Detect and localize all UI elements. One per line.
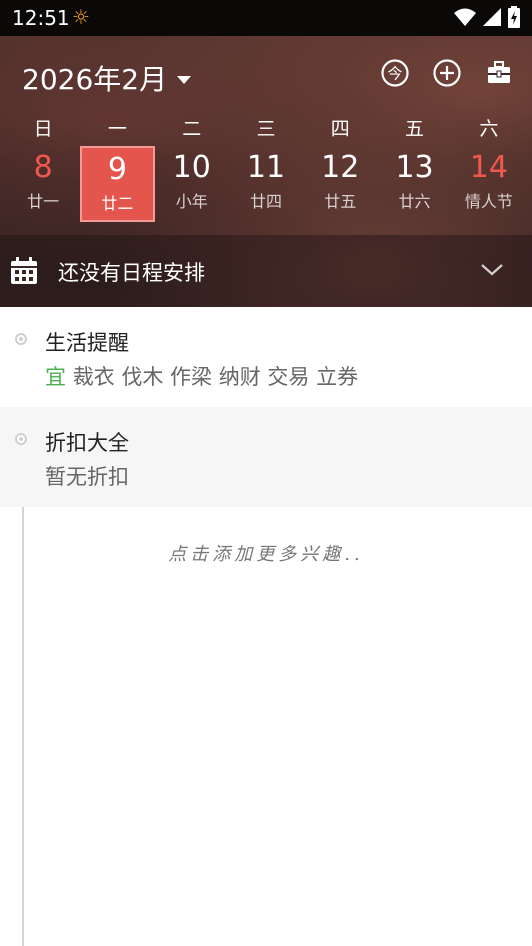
weekday-label: 四 xyxy=(330,118,350,140)
card-title: 折扣大全 xyxy=(45,431,129,455)
weekday-label: 六 xyxy=(479,118,499,140)
status-icons xyxy=(454,6,520,28)
date-number: 9 xyxy=(107,152,127,187)
weekday-label: 日 xyxy=(33,118,53,140)
signal-icon xyxy=(483,8,501,26)
date-number: 12 xyxy=(321,150,360,185)
date-cell[interactable]: 12 廿五 xyxy=(303,146,377,222)
date-cell[interactable]: 10 小年 xyxy=(155,146,229,222)
date-cell-selected[interactable]: 9 廿二 xyxy=(80,146,155,222)
lunar-date: 廿二 xyxy=(101,194,134,213)
date-cell[interactable]: 14 情人节 xyxy=(452,146,526,222)
timeline-dot xyxy=(15,433,27,445)
date-number: 13 xyxy=(395,150,434,185)
weekday-row: 日 一 二 三 四 五 六 xyxy=(6,114,526,141)
discounts-card[interactable]: 折扣大全 暂无折扣 xyxy=(0,407,532,507)
calendar-icon xyxy=(11,257,37,284)
weather-sun-icon: ☼ xyxy=(72,5,90,29)
status-bar: 12:51 ☼ xyxy=(0,0,532,36)
lunar-date: 情人节 xyxy=(464,192,513,211)
yi-items: 裁衣 伐木 作梁 纳财 交易 立券 xyxy=(72,365,359,389)
card-subtitle: 暂无折扣 xyxy=(45,465,129,489)
life-tips-card[interactable]: 生活提醒 宜 裁衣 伐木 作梁 纳财 交易 立券 xyxy=(0,307,532,407)
date-row: 8 廿一 9 廿二 10 小年 11 廿四 12 廿五 13 廿六 14 情人节 xyxy=(6,146,526,222)
card-title: 生活提醒 xyxy=(45,331,129,355)
date-cell[interactable]: 8 廿一 xyxy=(6,146,80,222)
add-icon[interactable] xyxy=(432,58,462,88)
battery-icon xyxy=(508,6,520,28)
date-cell[interactable]: 13 廿六 xyxy=(377,146,451,222)
today-icon[interactable]: 今 xyxy=(380,58,410,88)
timeline-dot xyxy=(15,333,27,345)
weekday-label: 三 xyxy=(256,118,276,140)
header-actions: 今 xyxy=(380,58,514,88)
lunar-date: 廿六 xyxy=(398,192,431,211)
schedule-bar[interactable]: 还没有日程安排 xyxy=(0,235,532,307)
date-number: 14 xyxy=(469,150,508,185)
weekday-label: 五 xyxy=(405,118,425,140)
weekday-label: 一 xyxy=(107,118,127,140)
card-subtitle: 宜 裁衣 伐木 作梁 纳财 交易 立券 xyxy=(45,361,358,391)
month-title: 2026年2月 xyxy=(22,63,168,96)
today-icon-label: 今 xyxy=(387,65,402,83)
add-more-interests-link[interactable]: 点击添加更多兴趣.. xyxy=(0,540,532,566)
yi-label: 宜 xyxy=(45,365,66,389)
chevron-down-icon[interactable] xyxy=(480,263,504,277)
calendar-header: 2026年2月 今 日 一 二 三 四 五 六 8 廿一 9 廿二 10 小年 … xyxy=(0,36,532,307)
weekday-label: 二 xyxy=(182,118,202,140)
toolbox-icon[interactable] xyxy=(484,58,514,88)
wifi-icon xyxy=(454,8,476,26)
status-time: 12:51 xyxy=(12,6,70,30)
date-number: 10 xyxy=(172,150,211,185)
lunar-date: 廿五 xyxy=(324,192,357,211)
month-selector[interactable]: 2026年2月 xyxy=(22,58,192,98)
lunar-date: 小年 xyxy=(175,192,208,211)
caret-down-icon xyxy=(177,76,192,84)
date-number: 11 xyxy=(246,150,286,185)
lunar-date: 廿一 xyxy=(27,192,60,211)
lunar-date: 廿四 xyxy=(249,192,282,211)
date-cell[interactable]: 11 廿四 xyxy=(229,146,303,222)
schedule-empty-text: 还没有日程安排 xyxy=(58,261,205,285)
date-number: 8 xyxy=(33,150,53,185)
